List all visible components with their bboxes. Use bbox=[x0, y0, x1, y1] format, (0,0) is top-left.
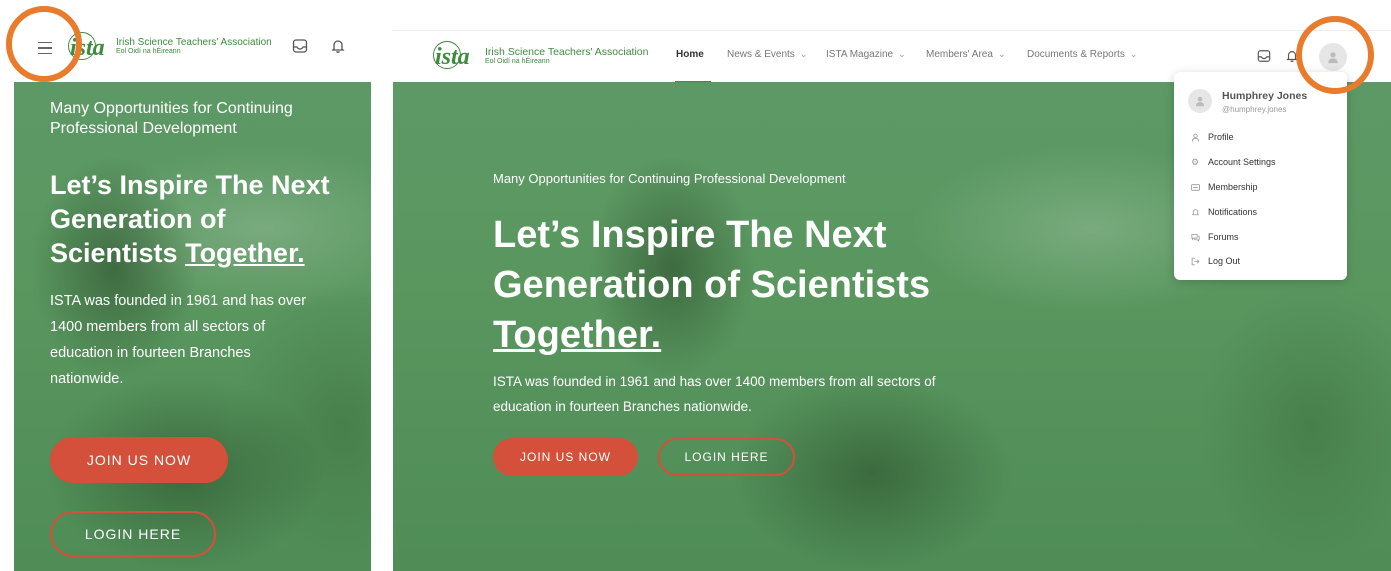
brand-name: Irish Science Teachers' Association bbox=[116, 37, 272, 48]
user-handle: @humphrey.jones bbox=[1222, 105, 1287, 114]
menu-item-profile[interactable]: Profile bbox=[1190, 132, 1234, 142]
login-button[interactable]: LOGIN HERE bbox=[50, 511, 216, 557]
brand-name: Irish Science Teachers' Association bbox=[485, 45, 649, 58]
nav-documents-reports-label: Documents & Reports bbox=[1027, 49, 1125, 60]
chevron-down-icon: ⌄ bbox=[898, 49, 906, 59]
nav-documents-reports[interactable]: Documents & Reports ⌄ bbox=[1027, 49, 1137, 60]
gear-icon: ⚙ bbox=[1190, 156, 1200, 167]
menu-item-membership-label: Membership bbox=[1208, 182, 1258, 192]
menu-item-membership[interactable]: Membership bbox=[1190, 182, 1258, 192]
hero-heading: Let’s Inspire The Next Generation of Sci… bbox=[50, 168, 340, 270]
bell-icon bbox=[1190, 207, 1200, 217]
menu-item-log-out[interactable]: Log Out bbox=[1190, 256, 1240, 266]
site-logo[interactable]: ista Irish Science Teachers' Association… bbox=[66, 30, 272, 66]
chevron-down-icon: ⌄ bbox=[799, 49, 808, 59]
menu-item-account-settings-label: Account Settings bbox=[1208, 157, 1276, 167]
logout-icon bbox=[1190, 256, 1200, 266]
logo-mark-text: ista bbox=[435, 44, 470, 70]
user-dropdown-menu: Humphrey Jones @humphrey.jones Profile ⚙… bbox=[1174, 72, 1347, 280]
bell-icon[interactable] bbox=[328, 36, 348, 56]
menu-item-notifications[interactable]: Notifications bbox=[1190, 207, 1257, 217]
brand-subtitle: Eol Oidí na hÉireann bbox=[116, 48, 181, 55]
highlight-circle-avatar bbox=[1296, 16, 1374, 94]
nav-ista-magazine[interactable]: ISTA Magazine ⌄ bbox=[826, 49, 906, 60]
join-us-button[interactable]: JOIN US NOW bbox=[493, 438, 638, 476]
inbox-icon[interactable] bbox=[1255, 47, 1273, 65]
user-menu-avatar bbox=[1188, 89, 1212, 113]
inbox-icon[interactable] bbox=[290, 36, 310, 56]
nav-news-events[interactable]: News & Events ⌄ bbox=[727, 49, 807, 60]
nav-ista-magazine-label: ISTA Magazine bbox=[826, 49, 894, 60]
menu-item-forums[interactable]: Forums bbox=[1190, 232, 1239, 242]
chevron-down-icon: ⌄ bbox=[997, 49, 1006, 59]
mobile-hero: Many Opportunities for Continuing Profes… bbox=[14, 82, 371, 571]
hero-heading-emphasis: Together. bbox=[493, 314, 662, 356]
nav-news-events-label: News & Events bbox=[727, 49, 795, 60]
hero-tagline: Many Opportunities for Continuing Profes… bbox=[493, 171, 846, 186]
card-icon bbox=[1190, 182, 1200, 192]
user-name[interactable]: Humphrey Jones bbox=[1222, 90, 1307, 102]
menu-item-forums-label: Forums bbox=[1208, 232, 1239, 242]
nav-home[interactable]: Home bbox=[676, 49, 704, 60]
highlight-circle-menu bbox=[6, 6, 82, 82]
site-logo[interactable]: ista Irish Science Teachers' Association… bbox=[431, 39, 648, 75]
nav-members-area-label: Members' Area bbox=[926, 49, 993, 60]
user-icon bbox=[1190, 132, 1200, 142]
menu-item-profile-label: Profile bbox=[1208, 132, 1234, 142]
hero-heading: Let’s Inspire The Next Generation of Sci… bbox=[493, 210, 963, 360]
chevron-down-icon: ⌄ bbox=[1129, 49, 1138, 59]
menu-item-notifications-label: Notifications bbox=[1208, 207, 1258, 217]
nav-home-label: Home bbox=[676, 49, 704, 60]
nav-members-area[interactable]: Members' Area ⌄ bbox=[926, 49, 1005, 60]
hero-tagline: Many Opportunities for Continuing Profes… bbox=[50, 100, 293, 137]
mobile-view: ista Irish Science Teachers' Association… bbox=[0, 0, 380, 571]
hero-heading-emphasis: Together. bbox=[185, 238, 305, 268]
login-button[interactable]: LOGIN HERE bbox=[658, 438, 795, 476]
chat-icon bbox=[1190, 232, 1200, 242]
join-us-button[interactable]: JOIN US NOW bbox=[50, 437, 228, 483]
menu-item-log-out-label: Log Out bbox=[1208, 256, 1241, 266]
hero-body: ISTA was founded in 1961 and has over 14… bbox=[493, 374, 936, 414]
hero-body: ISTA was founded in 1961 and has over 14… bbox=[50, 293, 307, 387]
desktop-view: ista Irish Science Teachers' Association… bbox=[393, 0, 1391, 571]
menu-item-account-settings[interactable]: ⚙ Account Settings bbox=[1190, 156, 1276, 168]
hero-heading-main: Let’s Inspire The Next Generation of Sci… bbox=[493, 214, 931, 306]
brand-subtitle: Eol Oidí na hÉireann bbox=[485, 57, 550, 65]
